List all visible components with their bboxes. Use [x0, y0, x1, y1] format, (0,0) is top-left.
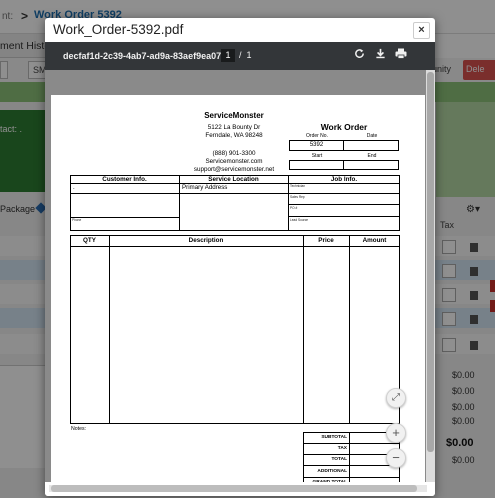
job-field-lead-source: Lead Source	[290, 218, 309, 222]
modal-footer	[45, 482, 435, 496]
viewer-scrollbar-thumb[interactable]	[427, 72, 434, 452]
pdf-modal: Work_Order-5392.pdf × decfaf1d-2c39-4ab7…	[45, 18, 435, 496]
start-end-box	[289, 160, 399, 170]
file-name: decfaf1d-2c39-4ab7-ad9a-83aef9ea07f8	[63, 51, 230, 61]
description-column-header: Description	[188, 237, 224, 244]
zoom-out-icon: −	[392, 450, 400, 465]
fit-page-icon: ⤢	[392, 392, 400, 403]
order-no-label: Order No.	[306, 133, 328, 139]
modal-title: Work_Order-5392.pdf	[53, 22, 184, 37]
document-title: Work Order	[320, 122, 368, 132]
line-items-divider	[109, 235, 110, 424]
info-row-line	[288, 216, 400, 217]
service-location-header: Service Location	[208, 176, 259, 183]
rotate-icon[interactable]	[352, 48, 366, 62]
order-divider	[343, 140, 344, 151]
total-label: TOTAL	[331, 457, 347, 462]
price-column-header: Price	[318, 237, 334, 244]
page-count: 1	[246, 50, 252, 60]
horizontal-scrollbar[interactable]	[49, 485, 427, 492]
start-end-divider	[343, 160, 344, 170]
viewer-toolbar: decfaf1d-2c39-4ab7-ad9a-83aef9ea07f8 1 /…	[45, 42, 435, 70]
summary-line	[303, 465, 400, 466]
job-field-sales-rep: Sales Rep	[290, 195, 305, 199]
customer-name: .	[73, 184, 75, 191]
close-button[interactable]: ×	[413, 22, 430, 39]
job-field-technician: Technician	[290, 184, 306, 188]
line-items-divider	[349, 235, 350, 424]
info-header-line	[70, 183, 400, 184]
pdf-viewer: decfaf1d-2c39-4ab7-ad9a-83aef9ea07f8 1 /…	[45, 42, 435, 496]
info-row-line	[70, 217, 179, 218]
line-items-table	[70, 235, 400, 424]
service-location-value: Primary Address	[182, 184, 228, 191]
job-field-po: PO #	[290, 206, 298, 210]
job-info-header: Job Info.	[330, 176, 358, 183]
order-number: 5392	[309, 142, 324, 148]
print-icon[interactable]	[394, 48, 408, 62]
date-label: Date	[366, 133, 378, 139]
additional-label: ADDITIONAL	[317, 469, 347, 474]
notes-label: Notes:	[71, 426, 86, 432]
zoom-out-button[interactable]: −	[386, 448, 406, 468]
phone-label: Phone	[72, 218, 82, 222]
subtotal-label: SUBTOTAL	[321, 435, 347, 440]
zoom-in-button[interactable]: +	[386, 423, 406, 443]
line-items-divider	[303, 235, 304, 424]
info-row-line	[288, 204, 400, 205]
pdf-page: ServiceMonster 5122 La Bounty Dr Ferndal…	[51, 95, 425, 496]
start-label: Start	[311, 153, 323, 159]
tax-label: TAX	[337, 446, 347, 451]
end-label: End	[367, 153, 377, 159]
info-row-line	[179, 193, 288, 194]
summary-line	[303, 477, 400, 478]
page-number-input[interactable]: 1	[221, 49, 235, 62]
amount-column-header: Amount	[362, 237, 387, 244]
horizontal-scrollbar-thumb[interactable]	[51, 485, 417, 492]
info-row-line	[70, 193, 179, 194]
page-total: / 1	[239, 50, 252, 60]
zoom-in-icon: +	[392, 425, 400, 440]
viewer-scrollbar[interactable]	[426, 70, 435, 482]
company-name: ServiceMonster	[204, 111, 264, 120]
page-separator: /	[239, 50, 242, 60]
fit-page-button[interactable]: ⤢	[386, 388, 406, 408]
qty-column-header: QTY	[83, 237, 96, 244]
download-icon[interactable]	[373, 48, 387, 62]
info-row-line	[288, 193, 400, 194]
summary-line	[303, 443, 400, 444]
line-items-header-line	[70, 246, 400, 247]
customer-info-header: Customer Info.	[102, 176, 147, 183]
